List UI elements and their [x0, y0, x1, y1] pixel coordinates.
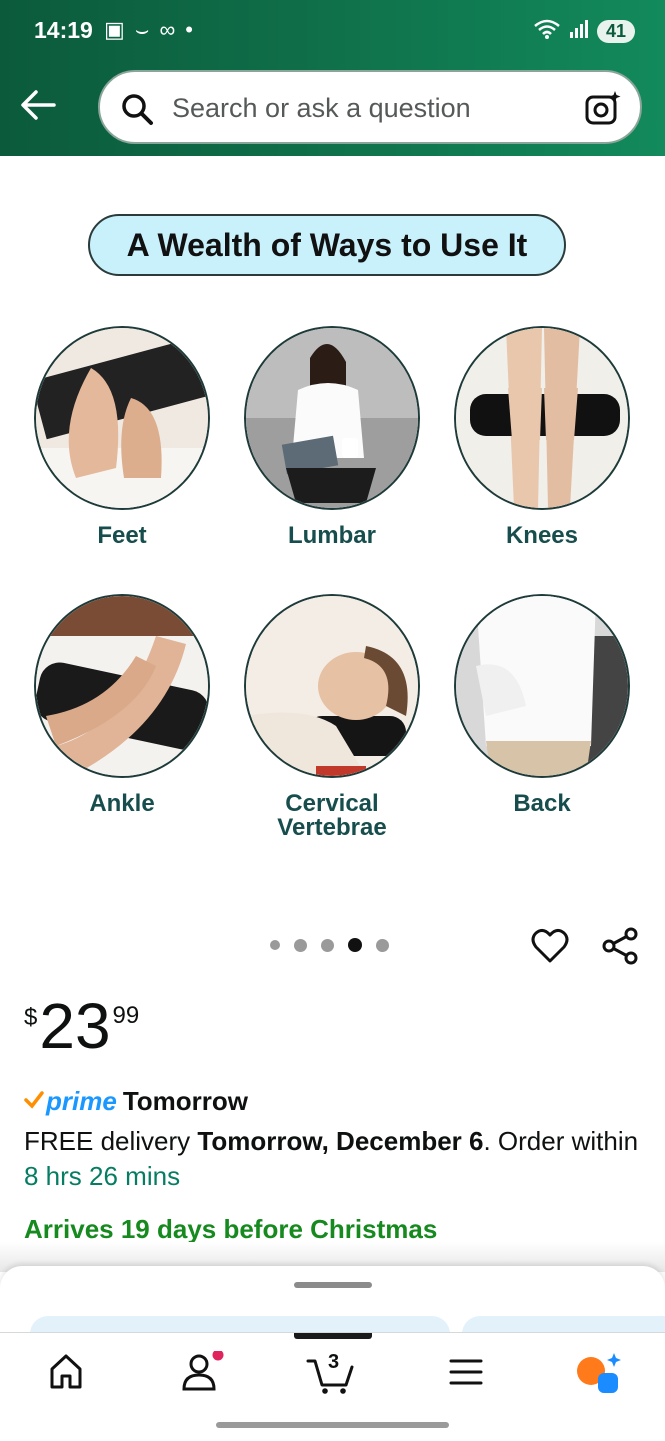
- delivery-date: Tomorrow, December 6: [197, 1126, 484, 1156]
- use-item-lumbar[interactable]: Lumbar: [244, 326, 420, 548]
- carousel-dot[interactable]: [376, 938, 389, 952]
- feet-photo: [34, 326, 210, 510]
- price: $ 23 99: [24, 994, 139, 1058]
- back-arrow-icon[interactable]: [18, 84, 60, 126]
- use-item-feet[interactable]: Feet: [34, 326, 210, 548]
- cart-icon[interactable]: 3: [306, 1351, 356, 1400]
- use-item-back[interactable]: Back: [454, 594, 630, 816]
- delivery-info: FREE delivery Tomorrow, December 6. Orde…: [24, 1124, 644, 1194]
- delivery-countdown: 8 hrs 26 mins: [24, 1161, 181, 1191]
- carousel-dot-active[interactable]: [348, 938, 362, 952]
- christmas-note: Arrives 19 days before Christmas: [24, 1214, 438, 1244]
- price-whole: 23: [39, 990, 111, 1062]
- carousel-dot[interactable]: [270, 940, 280, 950]
- back-photo: [454, 594, 630, 778]
- search-bar[interactable]: Search or ask a question: [98, 70, 642, 144]
- share-icon[interactable]: [600, 926, 640, 971]
- menu-icon[interactable]: [448, 1357, 484, 1392]
- use-item-cervical-vertebrae[interactable]: Cervical Vertebrae: [244, 594, 420, 840]
- use-item-knees[interactable]: Knees: [454, 326, 630, 548]
- prime-check-icon: [24, 1089, 44, 1114]
- wifi-icon: [533, 18, 561, 45]
- ankle-photo: [34, 594, 210, 778]
- carousel-dot[interactable]: [321, 938, 334, 952]
- lumbar-photo: [244, 326, 420, 510]
- price-fraction: 99: [112, 1002, 140, 1029]
- use-label: Back: [513, 790, 571, 817]
- status-notification-icons: ▣ ⌣ ∞ •: [104, 17, 195, 42]
- delivery-mid: . Order within: [483, 1126, 639, 1156]
- cervical-photo: [244, 594, 420, 778]
- status-time: 14:19: [34, 17, 93, 43]
- signal-icon: [569, 19, 589, 44]
- carousel-dot[interactable]: [294, 938, 307, 952]
- rufus-assistant-icon[interactable]: [574, 1351, 624, 1400]
- camera-search-icon[interactable]: [584, 89, 622, 132]
- app-header: 14:19 ▣ ⌣ ∞ • 41 Search or ask a questio…: [0, 0, 665, 156]
- product-image-banner: A Wealth of Ways to Use It: [88, 214, 566, 276]
- use-label: Ankle: [89, 790, 155, 817]
- use-label: Feet: [97, 522, 147, 549]
- use-label: Knees: [505, 522, 579, 549]
- account-icon[interactable]: [180, 1349, 224, 1398]
- battery-indicator: 41: [596, 20, 635, 43]
- cart-count: 3: [328, 1351, 340, 1373]
- delivery-prefix: FREE delivery: [24, 1126, 198, 1156]
- price-currency: $: [24, 1004, 38, 1031]
- home-icon[interactable]: [48, 1351, 84, 1396]
- image-carousel-indicator[interactable]: [270, 938, 389, 952]
- use-label: Cervical Vertebrae: [277, 790, 387, 841]
- prime-logo: prime: [46, 1086, 117, 1116]
- use-label: Lumbar: [287, 522, 376, 549]
- status-right: 41: [533, 18, 635, 45]
- prime-delivery-row: prime Tomorrow: [24, 1086, 248, 1117]
- use-item-ankle[interactable]: Ankle: [34, 594, 210, 816]
- knees-photo: [454, 326, 630, 510]
- search-input[interactable]: Search or ask a question: [172, 93, 471, 124]
- system-home-bar[interactable]: [216, 1422, 449, 1428]
- prime-delivery-day: Tomorrow: [122, 1086, 248, 1116]
- heart-icon[interactable]: [530, 926, 570, 971]
- search-icon: [120, 92, 154, 131]
- sheet-handle[interactable]: [294, 1282, 372, 1288]
- nav-active-indicator: [294, 1333, 372, 1339]
